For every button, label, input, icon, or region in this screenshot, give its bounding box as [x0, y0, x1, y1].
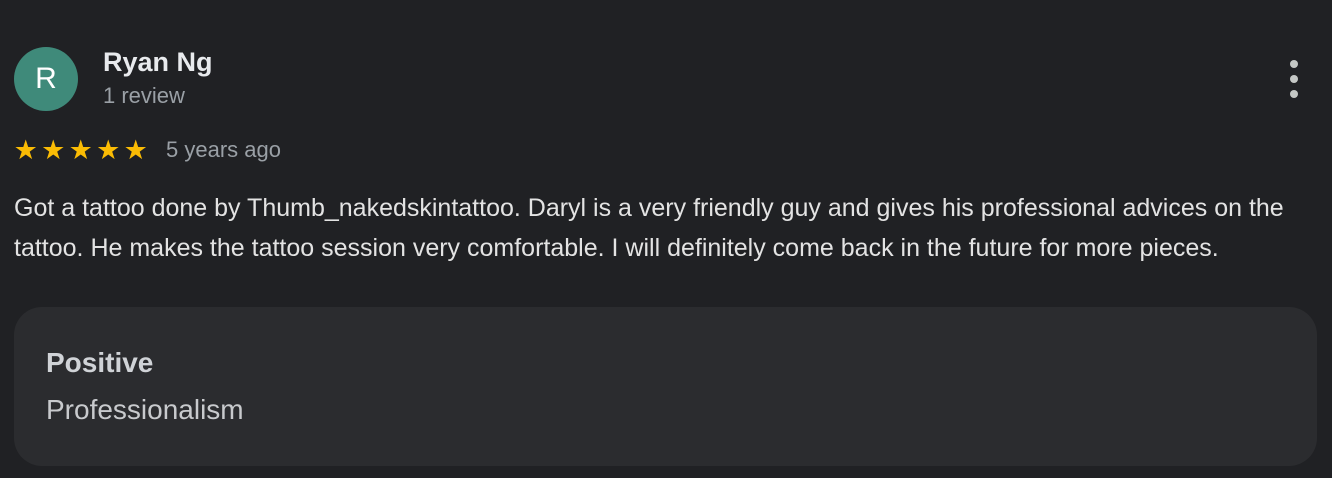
star-icon: ★	[41, 135, 66, 165]
author-review-count: 1 review	[103, 83, 185, 108]
attribute-label: Positive	[46, 347, 154, 378]
more-options-icon[interactable]	[1282, 60, 1306, 98]
review-time: 5 years ago	[166, 137, 281, 162]
avatar[interactable]: R	[14, 47, 78, 111]
review-text: Got a tattoo done by Thumb_nakedskintatt…	[14, 194, 1284, 262]
attribute-value: Professionalism	[46, 394, 244, 425]
more-options-dot	[1290, 75, 1298, 83]
more-options-dot	[1290, 60, 1298, 68]
author-name[interactable]: Ryan Ng	[103, 47, 213, 78]
star-icon: ★	[96, 135, 121, 165]
star-icon: ★	[123, 135, 148, 165]
star-rating: ★ ★ ★ ★ ★	[12, 135, 150, 165]
review-attributes-card: Positive Professionalism	[14, 307, 1317, 466]
more-options-dot	[1290, 90, 1298, 98]
star-icon: ★	[68, 135, 93, 165]
review-card: R Ryan Ng 1 review ★ ★ ★ ★ ★ 5 years ago…	[0, 0, 1332, 478]
star-icon: ★	[13, 135, 38, 165]
